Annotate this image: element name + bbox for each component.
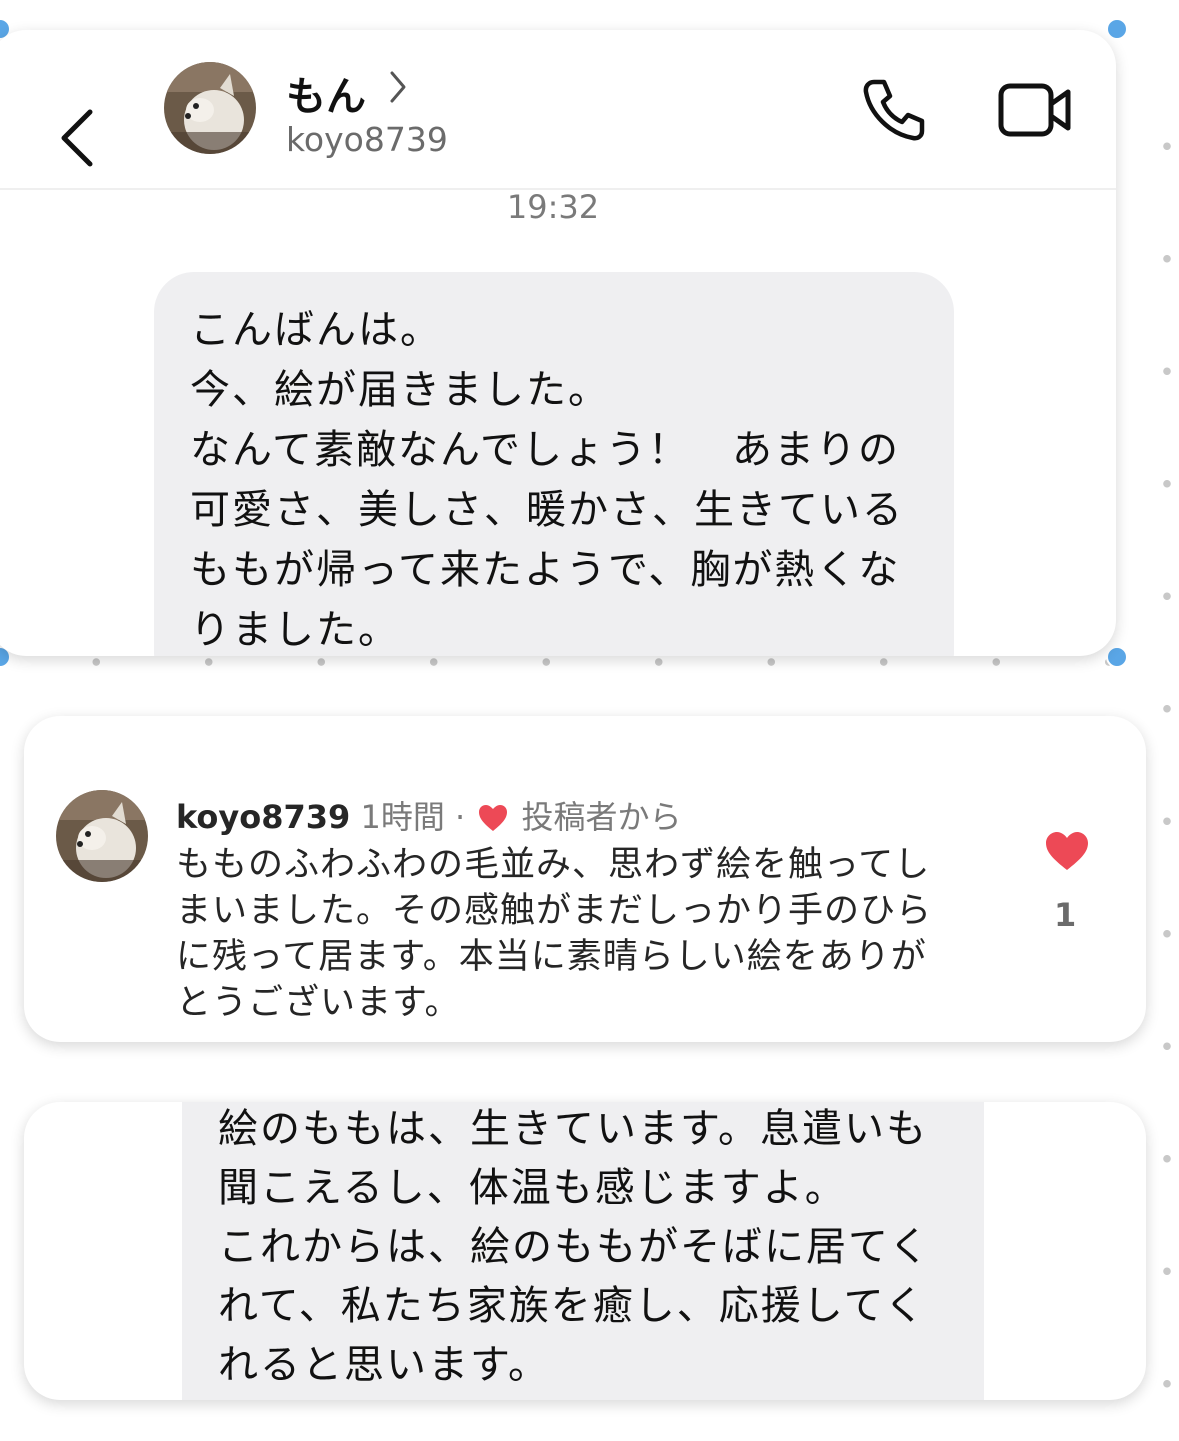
comment-meta: koyo8739 1時間 · 投稿者から bbox=[176, 792, 682, 838]
avatar[interactable] bbox=[56, 790, 148, 882]
message-line: ももが帰って来たようで、胸が熱くな bbox=[190, 547, 901, 593]
dotted-guide-horizontal bbox=[40, 657, 1130, 667]
message-line: 今、絵が届きました。 bbox=[190, 367, 610, 413]
dog-photo-icon bbox=[56, 790, 148, 882]
avatar[interactable] bbox=[164, 62, 256, 154]
reply-screenshot-card: 絵のももは、生きています。息遣いも 聞こえるし、体温も感じますよ。 これからは、… bbox=[24, 1102, 1146, 1400]
message-bubble[interactable]: 絵のももは、生きています。息遣いも 聞こえるし、体温も感じますよ。 これからは、… bbox=[182, 1102, 984, 1400]
message-bubble[interactable]: こんばんは。 今、絵が届きました。 なんて素敵なんでしょう！ あまりの 可愛さ、… bbox=[154, 272, 954, 656]
message-line: りました。 bbox=[190, 607, 400, 653]
liked-by-author-label: 投稿者から bbox=[521, 798, 682, 836]
message-line: 聞こえるし、体温も感じますよ。 bbox=[218, 1165, 847, 1211]
comment-line: まいました。その感触がまだしっかり手のひら bbox=[176, 891, 933, 931]
contact-name[interactable]: もん bbox=[286, 64, 366, 122]
meta-separator: · bbox=[455, 798, 466, 836]
dotted-guide-vertical bbox=[1163, 90, 1171, 1390]
comment-line: に残って居ます。本当に素晴らしい絵をありが bbox=[176, 937, 927, 977]
comment-time: 1時間 bbox=[360, 798, 445, 836]
message-line: これからは、絵のももがそばに居てく bbox=[218, 1224, 931, 1270]
comment-card: koyo8739 1時間 · 投稿者から もものふわふわの毛並み、思わず絵を触っ… bbox=[24, 716, 1146, 1042]
phone-icon[interactable] bbox=[860, 76, 928, 144]
dm-screenshot-card: もん koyo8739 19:32 こんばんは。 今、絵が届きました。 なんて素… bbox=[0, 30, 1116, 656]
video-camera-icon[interactable] bbox=[998, 80, 1072, 140]
dog-photo-icon bbox=[164, 62, 256, 154]
message-line: 絵のももは、生きています。息遣いも bbox=[218, 1106, 928, 1152]
contact-handle: koyo8739 bbox=[286, 120, 448, 159]
message-timestamp: 19:32 bbox=[506, 188, 600, 226]
chat-header: もん koyo8739 bbox=[0, 30, 1116, 190]
message-line: こんばんは。 bbox=[190, 307, 442, 353]
chevron-right-icon[interactable] bbox=[388, 70, 408, 104]
comment-username[interactable]: koyo8739 bbox=[176, 798, 350, 836]
chevron-left-icon[interactable] bbox=[58, 108, 94, 168]
message-line: 可愛さ、美しさ、暖かさ、生きている bbox=[190, 487, 904, 533]
like-count: 1 bbox=[1054, 896, 1077, 934]
message-line: れて、私たち家族を癒し、応援してく bbox=[218, 1283, 927, 1329]
comment-text: もものふわふわの毛並み、思わず絵を触ってし まいました。その感触がまだしっかり手… bbox=[176, 842, 976, 1026]
comment-line: とうございます。 bbox=[176, 983, 461, 1023]
message-line: れると思います。 bbox=[218, 1342, 550, 1388]
heart-icon bbox=[479, 805, 508, 831]
message-line: なんて素敵なんでしょう！ あまりの bbox=[190, 427, 900, 473]
like-heart-icon[interactable] bbox=[1044, 830, 1090, 872]
comment-line: もものふわふわの毛並み、思わず絵を触ってし bbox=[176, 845, 931, 885]
selection-handle-bottom-right[interactable] bbox=[1106, 646, 1128, 668]
